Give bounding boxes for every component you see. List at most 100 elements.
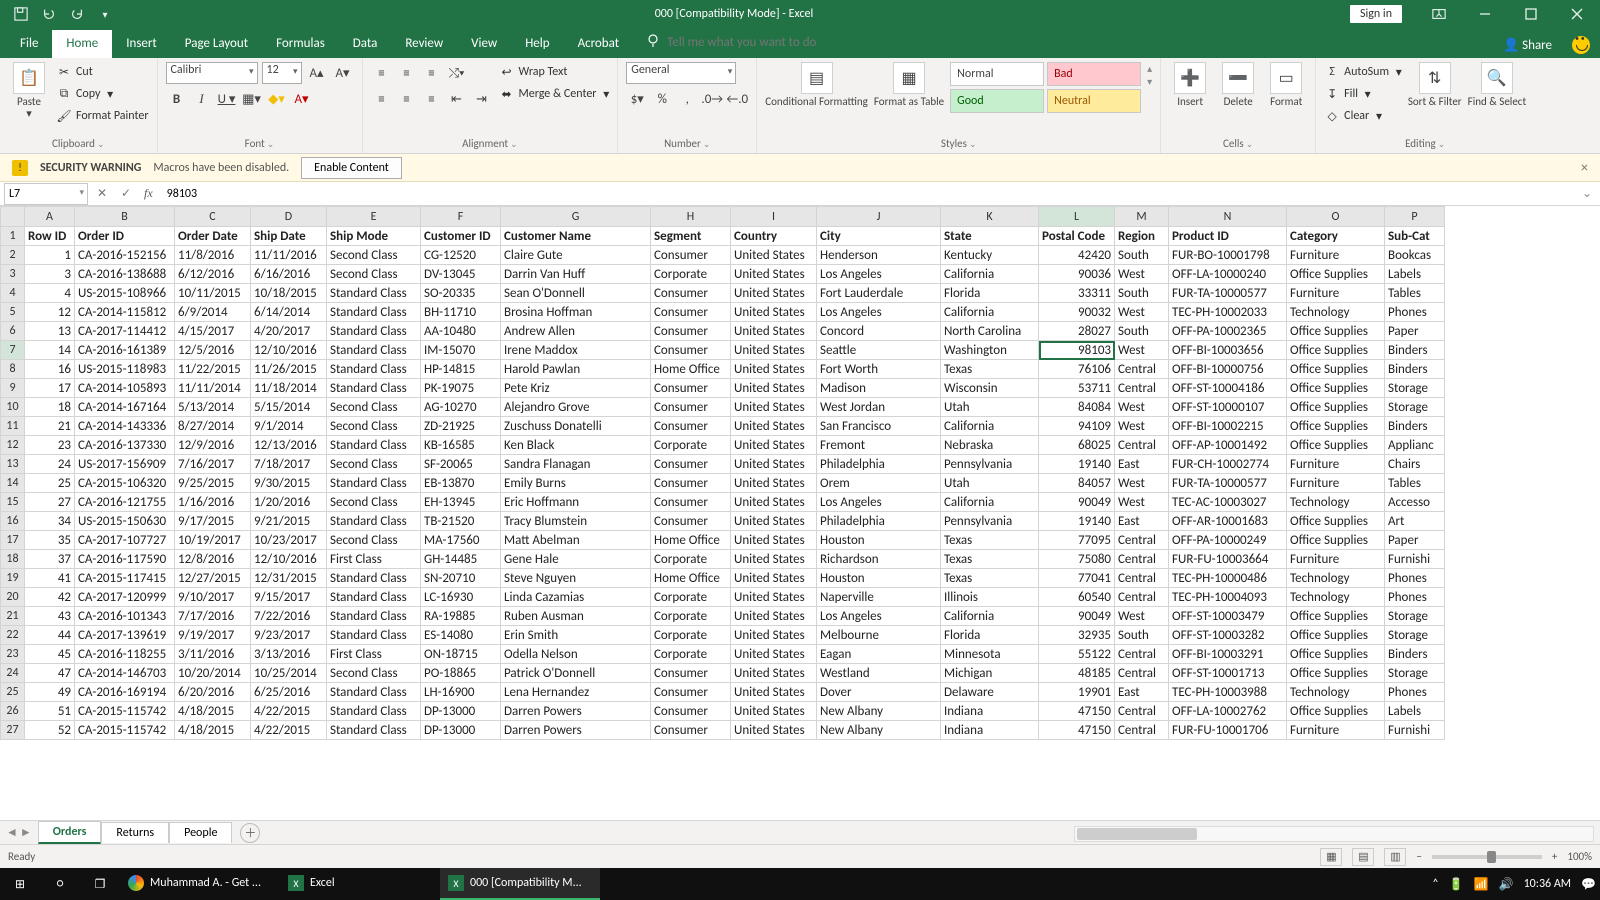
cell[interactable]: United States xyxy=(731,512,817,531)
cell[interactable]: 12/5/2016 xyxy=(175,341,251,360)
cell[interactable]: 24 xyxy=(25,455,75,474)
row-header[interactable]: 10 xyxy=(1,398,25,417)
cell[interactable]: 6/12/2016 xyxy=(175,265,251,284)
cell[interactable]: 8/27/2014 xyxy=(175,417,251,436)
cell[interactable]: OFF-ST-10000107 xyxy=(1169,398,1287,417)
cell[interactable]: PK-19075 xyxy=(421,379,501,398)
cell[interactable]: CA-2015-106320 xyxy=(75,474,175,493)
cell[interactable]: Home Office xyxy=(651,360,731,379)
cell[interactable]: United States xyxy=(731,246,817,265)
cell[interactable]: Office Supplies xyxy=(1287,341,1385,360)
row-header[interactable]: 18 xyxy=(1,550,25,569)
cell[interactable]: Technology xyxy=(1287,683,1385,702)
col-header[interactable]: M xyxy=(1115,207,1169,227)
cell[interactable]: Standard Class xyxy=(327,626,421,645)
cell[interactable]: Office Supplies xyxy=(1287,512,1385,531)
cell[interactable]: 11/18/2014 xyxy=(251,379,327,398)
cell[interactable]: South xyxy=(1115,246,1169,265)
cell[interactable]: 3/13/2016 xyxy=(251,645,327,664)
cell[interactable]: City xyxy=(817,227,941,246)
cell[interactable]: Consumer xyxy=(651,664,731,683)
cell[interactable]: Brosina Hoffman xyxy=(501,303,651,322)
cell[interactable]: Region xyxy=(1115,227,1169,246)
row-header[interactable]: 21 xyxy=(1,607,25,626)
cell[interactable]: Houston xyxy=(817,531,941,550)
cell[interactable]: West xyxy=(1115,265,1169,284)
cell[interactable]: 12/27/2015 xyxy=(175,569,251,588)
cell[interactable]: 3 xyxy=(25,265,75,284)
cell[interactable]: Philadelphia xyxy=(817,512,941,531)
cell[interactable]: 17 xyxy=(25,379,75,398)
cell[interactable]: Los Angeles xyxy=(817,303,941,322)
cell[interactable]: United States xyxy=(731,284,817,303)
cell[interactable]: Second Class xyxy=(327,664,421,683)
row-header[interactable]: 20 xyxy=(1,588,25,607)
font-color-button[interactable]: A▾ xyxy=(291,88,313,110)
cell[interactable]: BH-11710 xyxy=(421,303,501,322)
cell[interactable]: Binders xyxy=(1385,417,1445,436)
col-header[interactable]: H xyxy=(651,207,731,227)
cell[interactable]: SN-20710 xyxy=(421,569,501,588)
worksheet-grid[interactable]: ABCDEFGHIJKLMNOP1Row IDOrder IDOrder Dat… xyxy=(0,206,1600,820)
row-header[interactable]: 14 xyxy=(1,474,25,493)
save-icon[interactable] xyxy=(8,2,34,26)
cell[interactable]: OFF-AR-10001683 xyxy=(1169,512,1287,531)
cell[interactable]: 12 xyxy=(25,303,75,322)
col-header[interactable]: F xyxy=(421,207,501,227)
cell[interactable]: OFF-ST-10004186 xyxy=(1169,379,1287,398)
cell[interactable]: 1/16/2016 xyxy=(175,493,251,512)
cell[interactable]: EH-13945 xyxy=(421,493,501,512)
cell[interactable]: Los Angeles xyxy=(817,493,941,512)
cell[interactable]: 84084 xyxy=(1039,398,1115,417)
cell[interactable]: Sandra Flanagan xyxy=(501,455,651,474)
cell[interactable]: CA-2014-167164 xyxy=(75,398,175,417)
col-header[interactable]: B xyxy=(75,207,175,227)
cell[interactable]: 35 xyxy=(25,531,75,550)
cell[interactable]: TEC-PH-10003988 xyxy=(1169,683,1287,702)
cell[interactable]: 1 xyxy=(25,246,75,265)
cell[interactable]: 16 xyxy=(25,360,75,379)
cell[interactable]: Office Supplies xyxy=(1287,417,1385,436)
cell[interactable]: Standard Class xyxy=(327,379,421,398)
tab-page-layout[interactable]: Page Layout xyxy=(171,30,262,58)
row-header[interactable]: 11 xyxy=(1,417,25,436)
cell[interactable]: State xyxy=(941,227,1039,246)
cell[interactable]: Central xyxy=(1115,360,1169,379)
cell[interactable]: Pete Kriz xyxy=(501,379,651,398)
tell-me-input[interactable] xyxy=(667,35,887,50)
cell[interactable]: 14 xyxy=(25,341,75,360)
cell[interactable]: Technology xyxy=(1287,588,1385,607)
cell[interactable]: Darrin Van Huff xyxy=(501,265,651,284)
cell[interactable]: 77095 xyxy=(1039,531,1115,550)
cell[interactable]: Seattle xyxy=(817,341,941,360)
cell[interactable]: CA-2014-143336 xyxy=(75,417,175,436)
cell[interactable]: 7/22/2016 xyxy=(251,607,327,626)
col-header[interactable]: K xyxy=(941,207,1039,227)
cell[interactable]: Zuschuss Donatelli xyxy=(501,417,651,436)
grow-font-icon[interactable]: A▴ xyxy=(306,62,328,84)
cell[interactable]: CA-2016-137330 xyxy=(75,436,175,455)
cell[interactable]: 4/15/2017 xyxy=(175,322,251,341)
cell[interactable]: 1/20/2016 xyxy=(251,493,327,512)
cell[interactable]: Tables xyxy=(1385,284,1445,303)
cell[interactable]: 47 xyxy=(25,664,75,683)
cell[interactable]: Steve Nguyen xyxy=(501,569,651,588)
delete-cells-button[interactable]: ➖Delete xyxy=(1217,62,1259,108)
cell[interactable]: Los Angeles xyxy=(817,607,941,626)
cell[interactable]: Second Class xyxy=(327,398,421,417)
cell[interactable]: United States xyxy=(731,588,817,607)
cell-style-good[interactable]: Good xyxy=(950,89,1044,113)
cell[interactable]: OFF-BI-10002215 xyxy=(1169,417,1287,436)
sheet-tab-orders[interactable]: Orders xyxy=(38,821,102,844)
cell[interactable]: Paper xyxy=(1385,322,1445,341)
cell[interactable]: 12/31/2015 xyxy=(251,569,327,588)
cell[interactable]: Office Supplies xyxy=(1287,645,1385,664)
col-header[interactable]: I xyxy=(731,207,817,227)
cell[interactable]: 18 xyxy=(25,398,75,417)
fill-button[interactable]: ↧Fill ▾ xyxy=(1324,84,1402,104)
cell[interactable]: Phones xyxy=(1385,683,1445,702)
cell[interactable]: Order Date xyxy=(175,227,251,246)
cell[interactable]: Office Supplies xyxy=(1287,531,1385,550)
cell[interactable]: Consumer xyxy=(651,322,731,341)
fx-icon[interactable]: fx xyxy=(138,186,159,201)
